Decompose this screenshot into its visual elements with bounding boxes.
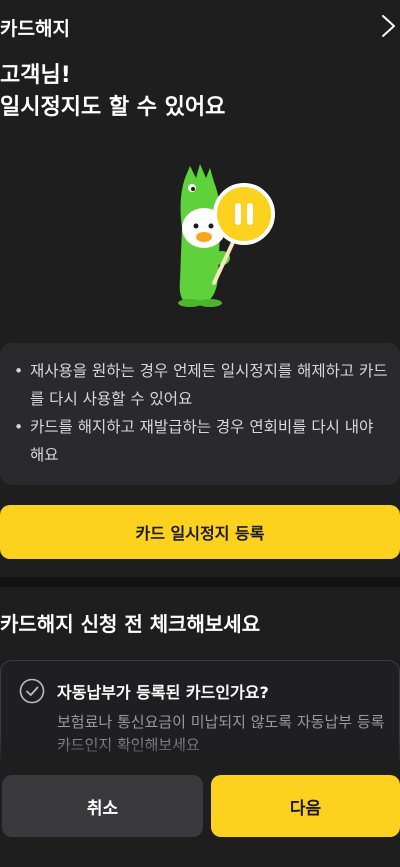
info-box: 재사용을 원하는 경우 언제든 일시정지를 해제하고 카드를 다시 사용할 수 …	[0, 343, 400, 485]
info-list: 재사용을 원하는 경우 언제든 일시정지를 해제하고 카드를 다시 사용할 수 …	[8, 357, 392, 469]
section-divider	[0, 577, 400, 587]
close-button[interactable]	[372, 10, 400, 40]
info-item-fee: 카드를 해지하고 재발급하는 경우 연회비를 다시 내야 해요	[8, 413, 392, 469]
page-title: 카드해지	[0, 18, 70, 40]
bottom-action-bar: 취소 다음	[0, 767, 400, 867]
scroll-fade	[0, 735, 400, 767]
greeting-line-2: 일시정지도 할 수 있어요	[0, 95, 226, 120]
cancel-button[interactable]: 취소	[2, 775, 203, 837]
check-circle-icon	[19, 678, 45, 704]
next-button[interactable]: 다음	[211, 775, 400, 837]
section-title: 카드해지 신청 전 체크해보세요	[0, 612, 261, 636]
greeting-line-1: 고객님!	[0, 63, 71, 88]
info-item-resume: 재사용을 원하는 경우 언제든 일시정지를 해제하고 카드를 다시 사용할 수 …	[8, 357, 392, 413]
checklist-title: 자동납부가 등록된 카드인가요?	[57, 683, 269, 702]
greeting: 고객님! 일시정지도 할 수 있어요	[0, 60, 390, 124]
mascot-pause-icon	[178, 164, 275, 307]
pause-card-button[interactable]: 카드 일시정지 등록	[0, 505, 400, 559]
close-icon	[382, 15, 395, 37]
mascot-illustration	[160, 158, 280, 308]
header: 카드해지	[0, 0, 400, 52]
